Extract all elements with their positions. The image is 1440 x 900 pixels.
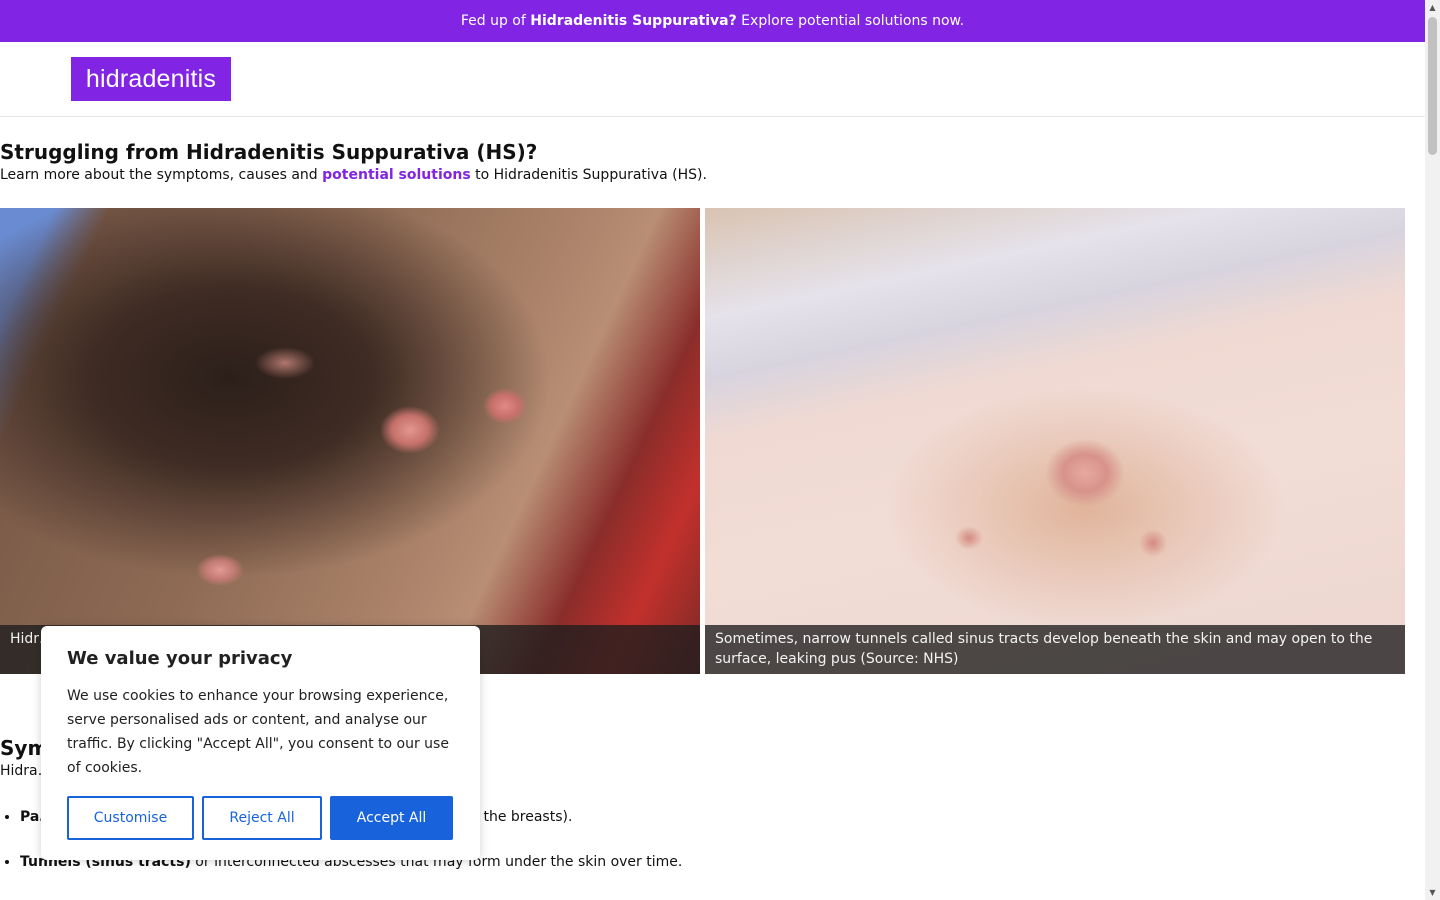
intro-text-after: to Hidradenitis Suppurativa (HS).	[470, 167, 707, 183]
banner-suffix: Explore potential solutions now.	[736, 13, 965, 29]
scroll-up-arrow-icon[interactable]: ▲	[1425, 0, 1440, 15]
page-title: Struggling from Hidradenitis Suppurativa…	[0, 140, 538, 164]
site-header: hidradenitis	[0, 42, 1425, 117]
customise-button[interactable]: Customise	[67, 796, 194, 840]
potential-solutions-link[interactable]: potential solutions	[322, 167, 471, 183]
hs-photo-left	[0, 208, 700, 674]
scroll-thumb[interactable]	[1428, 17, 1437, 155]
cookie-consent-dialog: We value your privacy We use cookies to …	[41, 626, 480, 860]
hs-photo-right	[705, 208, 1405, 674]
banner-prefix: Fed up of	[460, 13, 531, 29]
cookie-title: We value your privacy	[67, 648, 293, 669]
page-scrollbar[interactable]: ▲ ▼	[1425, 0, 1440, 900]
figure-armpit-light-skin: Sometimes, narrow tunnels called sinus t…	[705, 208, 1405, 674]
promo-banner[interactable]: Fed up of Hidradenitis Suppurativa? Expl…	[0, 0, 1425, 42]
cookie-body: We use cookies to enhance your browsing …	[67, 688, 449, 776]
intro-section: Struggling from Hidradenitis Suppurativa…	[0, 139, 1420, 185]
accept-all-button[interactable]: Accept All	[330, 796, 453, 840]
intro-text-before: Learn more about the symptoms, causes an…	[0, 167, 323, 183]
intro-text: Learn more about the symptoms, causes an…	[0, 165, 1420, 185]
figure-armpit-dark-skin: Hidr… form on the skin’s surface (Sou…	[0, 208, 700, 674]
figure-caption: Sometimes, narrow tunnels called sinus t…	[705, 625, 1405, 674]
banner-bold: Hidradenitis Suppurativa?	[530, 13, 737, 29]
reject-all-button[interactable]: Reject All	[202, 796, 322, 840]
site-logo[interactable]: hidradenitis	[71, 57, 231, 101]
scroll-down-arrow-icon[interactable]: ▼	[1425, 885, 1440, 900]
cookie-buttons: Customise Reject All Accept All	[67, 796, 454, 840]
